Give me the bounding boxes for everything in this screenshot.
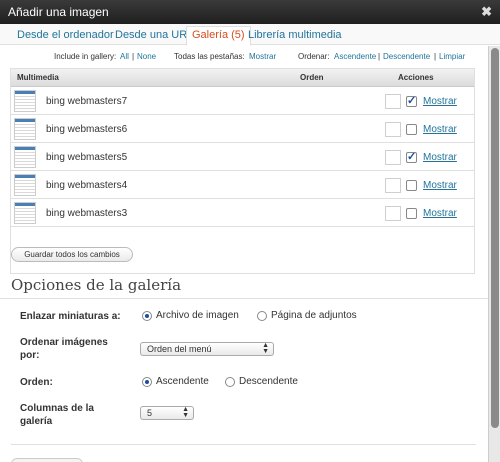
section-divider — [11, 444, 476, 445]
show-all-tabs-link[interactable]: Mostrar — [249, 52, 276, 61]
media-name[interactable]: bing webmasters5 — [46, 144, 127, 171]
table-header: Multimedia Orden Acciones — [11, 69, 474, 87]
include-label: Include in gallery: — [54, 52, 117, 61]
sort-ascending-link[interactable]: Ascendente — [334, 52, 376, 61]
show-link[interactable]: Mostrar — [423, 116, 457, 143]
clear-sort-link[interactable]: Limpiar — [439, 52, 465, 61]
gallery-panel: Include in gallery: All | None Todas las… — [0, 46, 488, 462]
vertical-scrollbar[interactable] — [488, 46, 500, 462]
columns-select[interactable]: 5 ▲ ▼ — [140, 406, 194, 420]
scrollbar-thumb[interactable] — [491, 48, 499, 428]
sort-label: Ordenar: — [298, 52, 330, 61]
link-thumbnails-label: Enlazar miniaturas a: — [20, 311, 121, 322]
checkmark-icon: ✓ — [407, 95, 417, 107]
include-checkbox[interactable] — [406, 124, 417, 135]
order-input[interactable] — [385, 94, 401, 109]
media-thumbnail[interactable] — [14, 90, 36, 112]
include-checkbox[interactable] — [406, 208, 417, 219]
table-row: bing webmasters7 ✓ Mostrar — [11, 88, 474, 115]
order-images-label-line2: por: — [20, 350, 40, 361]
link-file-label[interactable]: Archivo de imagen — [156, 310, 239, 322]
order-ascending-radio[interactable] — [142, 377, 152, 387]
all-tabs-label: Todas las pestañas: — [174, 52, 245, 61]
show-link[interactable]: Mostrar — [423, 200, 457, 227]
select-arrows-icon: ▲ ▼ — [262, 342, 269, 355]
include-all-link[interactable]: All — [120, 52, 129, 61]
media-name[interactable]: bing webmasters6 — [46, 116, 127, 143]
sort-descending-link[interactable]: Descendente — [383, 52, 430, 61]
link-page-radio[interactable] — [257, 311, 267, 321]
include-checkbox[interactable] — [406, 180, 417, 191]
checkmark-icon: ✓ — [407, 151, 417, 163]
header-media: Multimedia — [17, 73, 59, 82]
media-thumbnail[interactable] — [14, 174, 36, 196]
table-row: bing webmasters4 Mostrar — [11, 172, 474, 199]
table-row: bing webmasters5 ✓ Mostrar — [11, 144, 474, 171]
media-thumbnail[interactable] — [14, 118, 36, 140]
header-order: Orden — [300, 73, 324, 82]
columns-label-line1: Columnas de la — [20, 403, 94, 414]
order-descending-label[interactable]: Descendente — [239, 376, 298, 388]
link-file-radio[interactable] — [142, 311, 152, 321]
link-page-label[interactable]: Página de adjuntos — [271, 310, 357, 322]
order-input[interactable] — [385, 178, 401, 193]
order-input[interactable] — [385, 206, 401, 221]
save-all-changes-button[interactable]: Guardar todos los cambios — [11, 247, 133, 262]
tab-desde-el-ordenador[interactable]: Desde el ordenador — [12, 27, 119, 45]
tab-galeria[interactable]: Galería (5) — [186, 26, 251, 46]
order-ascending-label[interactable]: Ascendente — [156, 376, 209, 388]
filter-separator: | — [132, 52, 135, 61]
filter-bar: Include in gallery: All | None Todas las… — [0, 52, 488, 64]
include-checkbox[interactable]: ✓ — [406, 152, 417, 163]
table-row: bing webmasters3 Mostrar — [11, 200, 474, 227]
columns-value: 5 — [147, 408, 153, 418]
filter-separator: | — [378, 52, 381, 61]
order-images-select[interactable]: Orden del menú ▲ ▼ — [140, 342, 274, 356]
gallery-options-title: Opciones de la galería — [11, 276, 182, 294]
bottom-button[interactable] — [11, 458, 83, 462]
show-link[interactable]: Mostrar — [423, 88, 457, 115]
media-name[interactable]: bing webmasters3 — [46, 200, 127, 227]
media-table: Multimedia Orden Acciones bing webmaster… — [10, 68, 475, 274]
order-images-value: Orden del menú — [147, 344, 212, 354]
order-images-label-line1: Ordenar imágenes — [20, 337, 108, 348]
filter-separator: | — [434, 52, 437, 61]
tab-bar: Desde el ordenador Desde una URL Galería… — [0, 24, 500, 46]
tab-libreria-multimedia[interactable]: Librería multimedia — [243, 27, 347, 45]
include-checkbox[interactable]: ✓ — [406, 96, 417, 107]
media-thumbnail[interactable] — [14, 202, 36, 224]
order-input[interactable] — [385, 150, 401, 165]
order-images-label: Ordenar imágenes por: — [20, 336, 108, 362]
select-arrows-icon: ▲ ▼ — [182, 406, 189, 419]
columns-label: Columnas de la galería — [20, 402, 94, 428]
window-title: Añadir una imagen — [8, 5, 109, 19]
show-link[interactable]: Mostrar — [423, 144, 457, 171]
columns-label-line2: galería — [20, 416, 53, 427]
order-input[interactable] — [385, 122, 401, 137]
header-actions: Acciones — [398, 73, 434, 82]
include-none-link[interactable]: None — [137, 52, 156, 61]
order-descending-radio[interactable] — [225, 377, 235, 387]
window-titlebar: Añadir una imagen ✖ — [0, 0, 500, 24]
section-divider — [0, 298, 488, 299]
media-name[interactable]: bing webmasters7 — [46, 88, 127, 115]
media-name[interactable]: bing webmasters4 — [46, 172, 127, 199]
close-icon[interactable]: ✖ — [481, 0, 492, 24]
order-label: Orden: — [20, 377, 53, 388]
media-thumbnail[interactable] — [14, 146, 36, 168]
show-link[interactable]: Mostrar — [423, 172, 457, 199]
table-row: bing webmasters6 Mostrar — [11, 116, 474, 143]
